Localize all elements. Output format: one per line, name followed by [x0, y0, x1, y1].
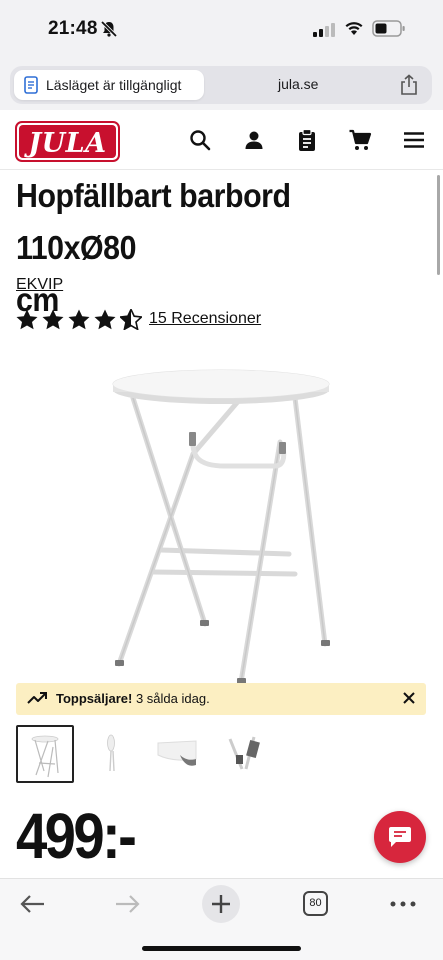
tabs-button[interactable]: 80	[303, 891, 328, 916]
bestseller-strong: Toppsäljare!	[56, 691, 133, 706]
thumbnail-image	[228, 736, 260, 770]
bestseller-text: Toppsäljare! 3 sålda idag.	[56, 691, 210, 706]
chat-button[interactable]	[374, 811, 426, 863]
home-indicator[interactable]	[142, 946, 301, 951]
close-icon[interactable]	[402, 691, 416, 705]
share-icon[interactable]	[400, 74, 418, 96]
brand-link[interactable]: EKVIP	[16, 276, 63, 294]
star-full-icon	[94, 309, 116, 330]
reader-label: Läsläget är tillgängligt	[46, 77, 182, 93]
reviews-link[interactable]: 15 Recensioner	[149, 310, 261, 328]
star-full-icon	[42, 309, 64, 330]
product-title-line1: Hopfällbart barbord 110xØ80	[16, 177, 291, 266]
wifi-icon	[345, 22, 363, 35]
thumbnail-leg-hinge-detail[interactable]	[218, 725, 276, 783]
search-icon[interactable]	[188, 128, 212, 152]
bell-muted-icon	[100, 20, 118, 38]
product-title: Hopfällbart barbord 110xØ80 cm	[16, 170, 384, 326]
product-image[interactable]	[105, 362, 340, 692]
new-tab-button[interactable]	[202, 885, 240, 923]
reader-icon	[24, 76, 38, 94]
back-icon[interactable]	[16, 889, 50, 919]
battery-icon	[372, 20, 405, 37]
address-bar[interactable]: Läsläget är tillgängligt jula.se	[10, 66, 432, 104]
forward-icon[interactable]	[110, 889, 144, 919]
thumbnail-image	[107, 734, 115, 772]
page-scrollbar[interactable]	[437, 175, 440, 275]
site-header: JULA	[0, 110, 443, 170]
chat-icon	[389, 827, 411, 847]
trending-up-icon	[27, 692, 47, 704]
star-full-icon	[16, 309, 38, 330]
thumbnail-image	[31, 735, 59, 778]
more-icon[interactable]	[386, 889, 420, 919]
url-domain[interactable]: jula.se	[278, 76, 318, 92]
clipboard-icon[interactable]	[295, 128, 319, 152]
jula-logo[interactable]: JULA	[15, 121, 120, 162]
thumbnail-table-top-detail[interactable]	[150, 725, 208, 783]
new-tab-icon	[212, 895, 230, 913]
browser-chrome: Läsläget är tillgängligt jula.se	[0, 58, 443, 110]
thumbnail-folded-table[interactable]	[84, 725, 142, 783]
cart-icon[interactable]	[348, 128, 372, 152]
thumbnail-main-table[interactable]	[16, 725, 74, 783]
star-half-icon	[120, 309, 142, 330]
logo-text: JULA	[28, 128, 107, 159]
status-time: 21:48	[48, 18, 98, 39]
signal-icon	[313, 23, 335, 37]
star-full-icon	[68, 309, 90, 330]
menu-icon[interactable]	[402, 128, 426, 152]
thumbnail-image	[157, 740, 197, 766]
bestseller-banner: Toppsäljare! 3 sålda idag.	[16, 683, 426, 715]
product-price: 499:-	[16, 800, 137, 872]
bestseller-detail: 3 sålda idag.	[132, 691, 210, 706]
user-icon[interactable]	[242, 128, 266, 152]
reader-mode-button[interactable]: Läsläget är tillgängligt	[14, 70, 204, 100]
status-bar: 21:48	[0, 0, 443, 58]
